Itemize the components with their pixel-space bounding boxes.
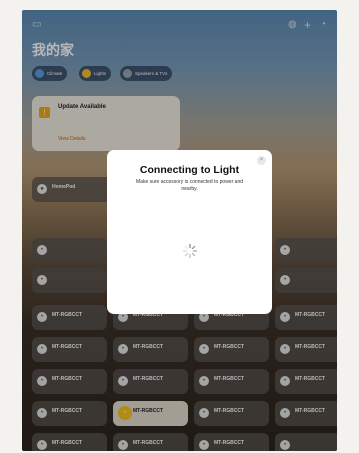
loading-spinner-icon (182, 243, 198, 259)
dialog-message: Make sure accessory is connected to powe… (136, 179, 243, 192)
home-screen: ▭ ◍ + ◔ 我的家 Climate Lights Speakers & TV… (22, 10, 337, 451)
dialog-title: Connecting to Light (139, 164, 240, 176)
connecting-dialog: × Connecting to Light Make sure accessor… (107, 150, 272, 314)
